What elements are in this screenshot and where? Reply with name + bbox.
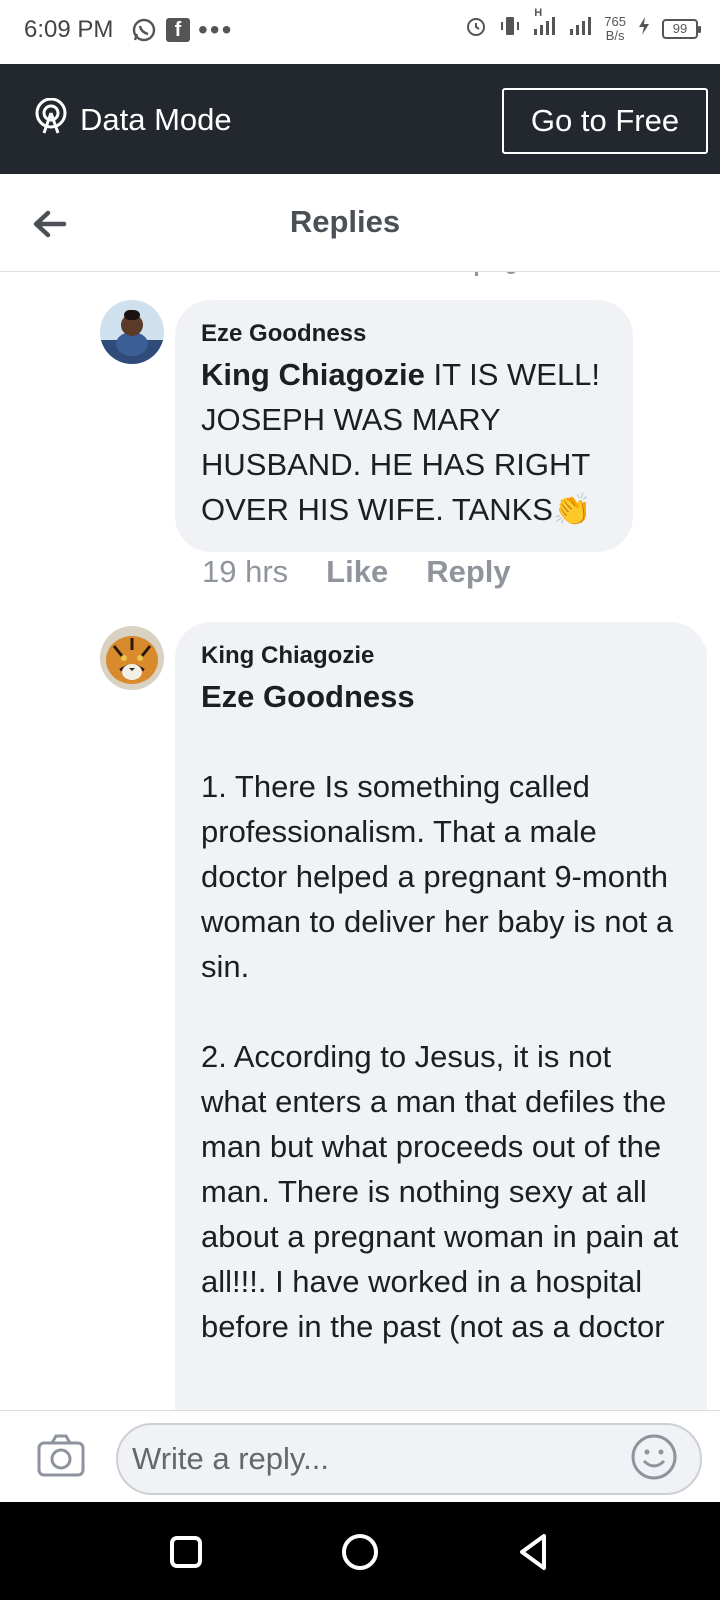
comment-bubble[interactable]: Eze Goodness King Chiagozie IT IS WELL! … <box>175 300 633 552</box>
recent-apps-icon[interactable] <box>164 1530 208 1574</box>
previous-comment-actions-peek <box>475 272 595 278</box>
whatsapp-icon <box>130 16 158 44</box>
system-navigation-bar <box>0 1502 720 1600</box>
status-time: 6:09 PM <box>24 16 114 43</box>
comment-text: King Chiagozie IT IS WELL! JOSEPH WAS MA… <box>201 352 607 532</box>
network-type-label: H <box>534 7 543 19</box>
notification-icons: f ••• <box>130 16 233 44</box>
comment-timestamp: 19 hrs <box>202 554 289 589</box>
replies-header: Replies <box>0 174 720 272</box>
network-speed: 765 B/s <box>604 13 626 43</box>
signal-h-icon: H <box>532 7 558 42</box>
comment-author[interactable]: Eze Goodness <box>201 320 607 348</box>
home-icon[interactable] <box>338 1530 382 1574</box>
data-mode-indicator: Data Mode <box>34 97 232 142</box>
vibrate-icon <box>498 14 522 43</box>
reply-composer <box>0 1410 720 1502</box>
comment-author[interactable]: King Chiagozie <box>201 642 681 670</box>
page-title: Replies <box>289 204 401 239</box>
charging-icon <box>636 15 652 42</box>
data-mode-label: Data Mode <box>80 102 232 137</box>
replies-list[interactable]: Eze Goodness King Chiagozie IT IS WELL! … <box>0 272 720 1410</box>
battery-indicator: 99 <box>662 18 701 39</box>
avatar[interactable] <box>100 300 164 364</box>
mention-link[interactable]: Eze Goodness <box>201 674 681 719</box>
clapping-hands-emoji: 👏 <box>552 492 592 527</box>
alarm-icon <box>464 14 488 43</box>
emoji-icon[interactable] <box>630 1433 678 1481</box>
data-mode-bar: Data Mode Go to Free <box>0 64 720 174</box>
broadcast-icon <box>34 97 68 142</box>
camera-icon[interactable] <box>36 1433 86 1479</box>
signal-icon <box>568 15 594 42</box>
status-bar: 6:09 PM f ••• H 765 B/s 99 <box>0 0 720 64</box>
reply-input[interactable] <box>116 1423 702 1495</box>
go-to-free-button[interactable]: Go to Free <box>502 88 708 154</box>
comment-paragraph: 1. There Is something called professiona… <box>201 769 674 984</box>
mention-link[interactable]: King Chiagozie <box>201 357 425 392</box>
more-notifications-icon: ••• <box>198 14 234 45</box>
like-button[interactable]: Like <box>326 554 388 590</box>
system-status-icons: H 765 B/s 99 <box>464 7 701 43</box>
reply-button[interactable]: Reply <box>426 554 510 590</box>
comment-paragraph: 2. According to Jesus, it is not what en… <box>201 1039 679 1344</box>
network-speed-unit: B/s <box>605 27 625 43</box>
facebook-icon: f <box>166 18 190 42</box>
comment-actions: 19 hrs Like Reply <box>202 554 511 590</box>
avatar[interactable] <box>100 626 164 690</box>
back-icon[interactable] <box>512 1530 556 1574</box>
comment-bubble[interactable]: King Chiagozie Eze Goodness 1. There Is … <box>175 622 707 1410</box>
network-speed-value: 765 <box>604 13 626 29</box>
